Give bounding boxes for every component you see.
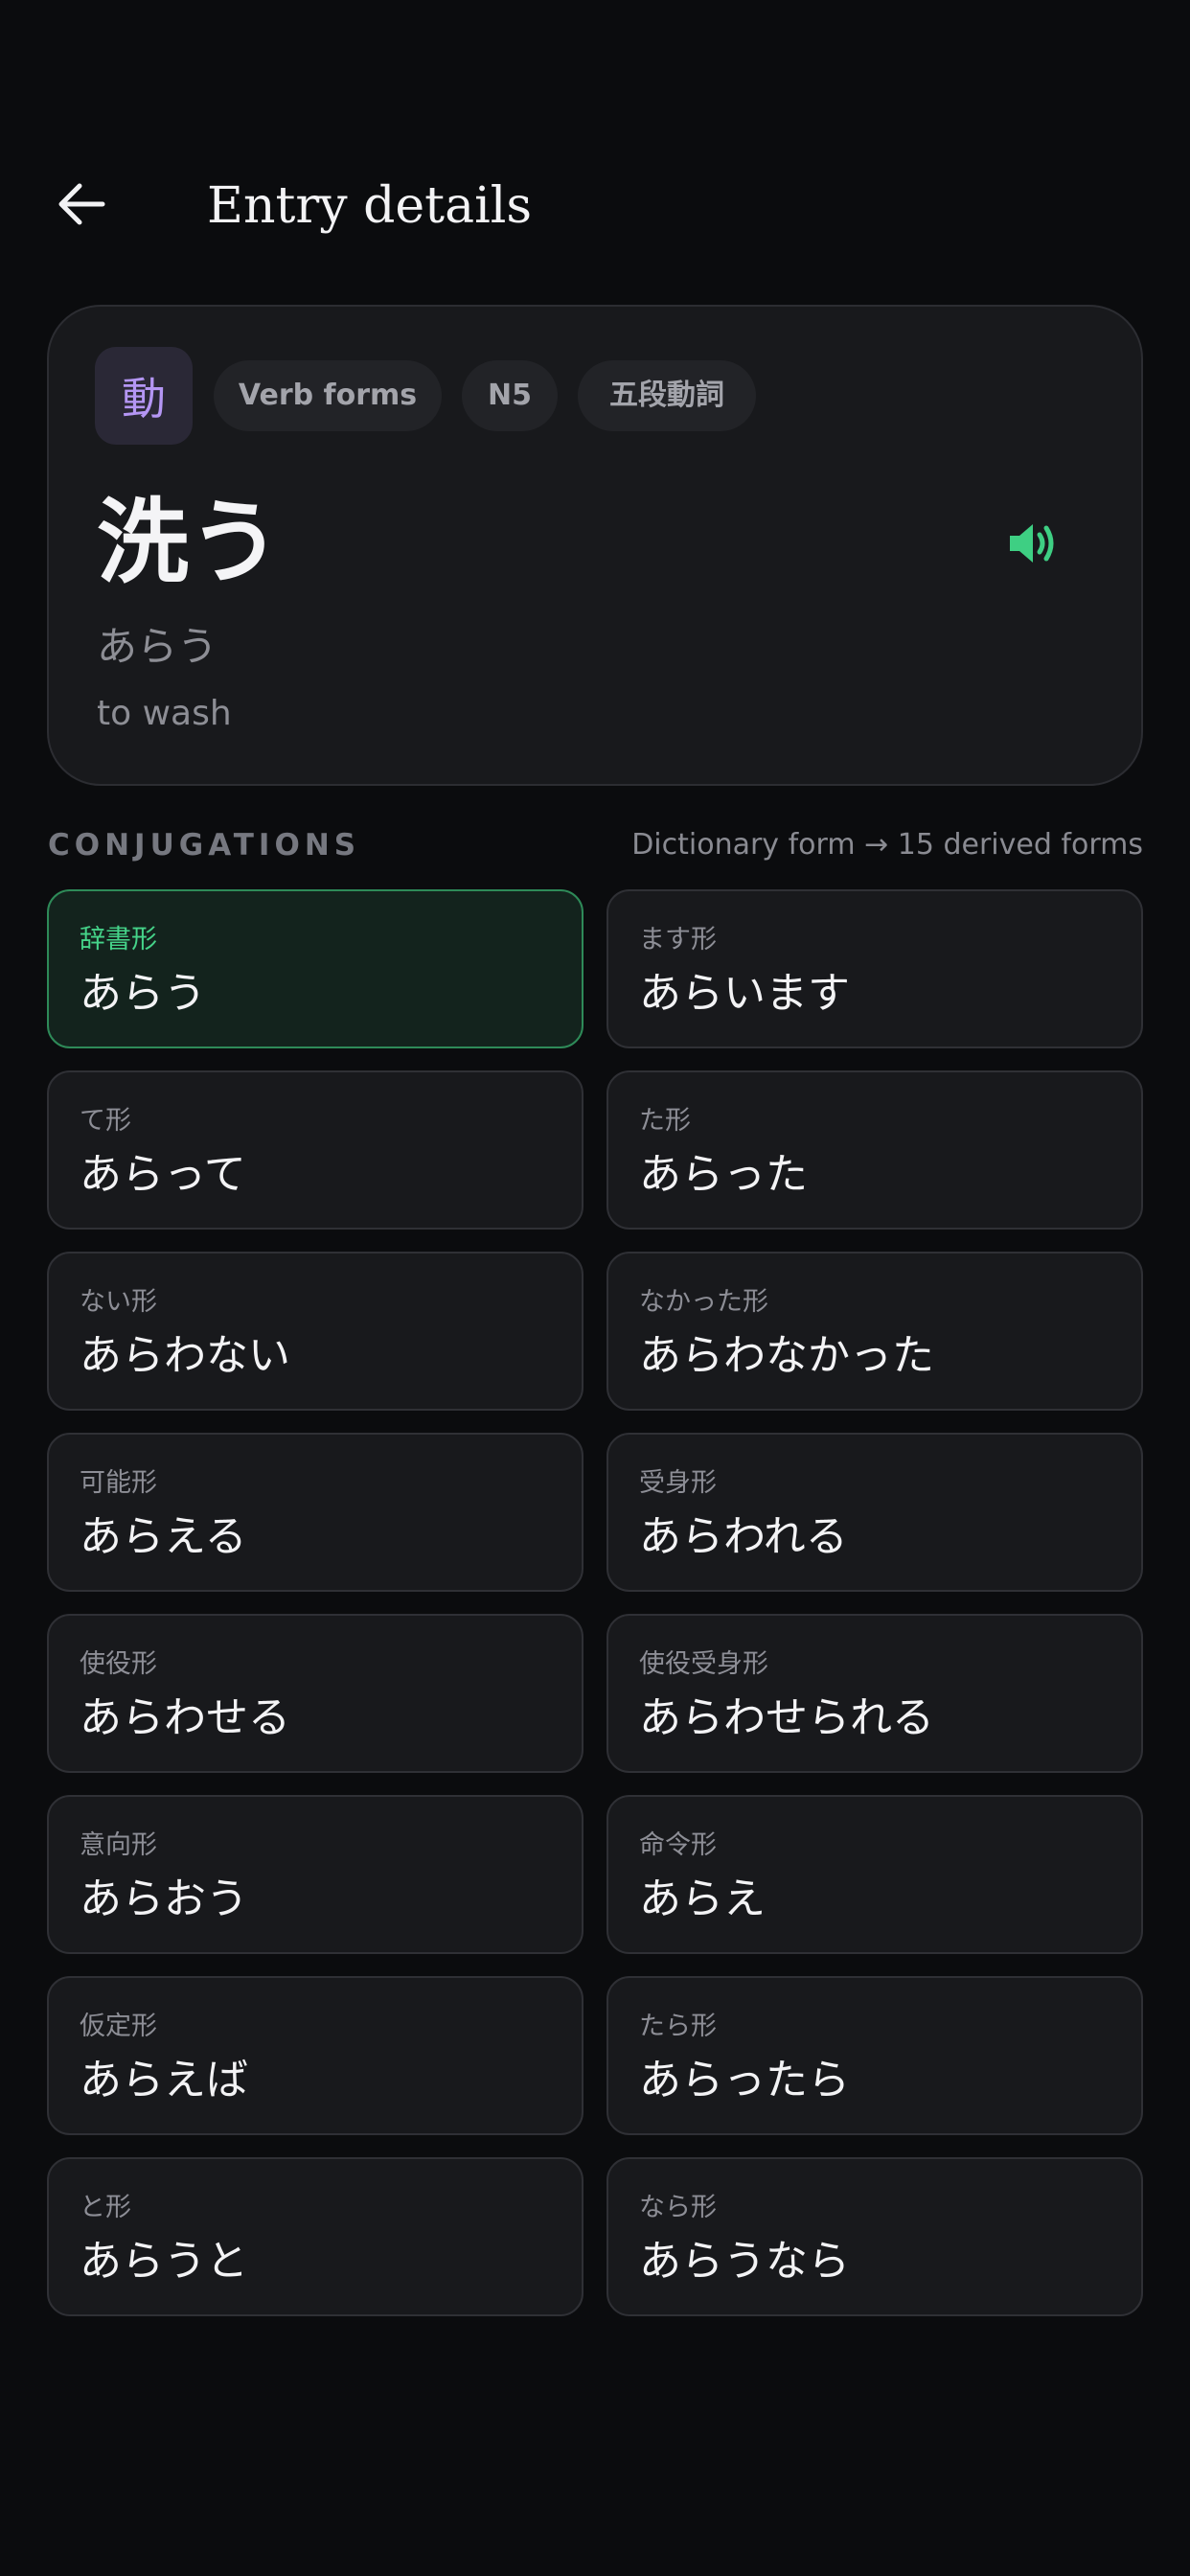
tag-verb-class[interactable]: 五段動詞: [578, 360, 756, 431]
tag-jlpt-level[interactable]: N5: [462, 360, 558, 431]
conjugation-card[interactable]: ない形 あらわない: [47, 1252, 584, 1411]
conjugation-card[interactable]: 辞書形 あらう: [47, 889, 584, 1048]
conjugation-value: あらえる: [80, 1512, 247, 1561]
conjugation-label: 使役形: [80, 1649, 157, 1679]
speaker-icon: [1008, 521, 1058, 569]
section-note: Dictionary form → 15 derived forms: [631, 828, 1143, 862]
conjugation-card[interactable]: 命令形 あらえ: [606, 1795, 1143, 1954]
page-title: Entry details: [207, 177, 533, 235]
entry-reading: あらう: [97, 623, 218, 670]
conjugation-label: 意向形: [80, 1830, 157, 1860]
conjugation-label: 可能形: [80, 1468, 157, 1498]
conjugation-label: て形: [80, 1106, 131, 1136]
arrow-left-icon: [57, 182, 106, 230]
conjugation-card[interactable]: 受身形 あらわれる: [606, 1433, 1143, 1592]
conjugation-value: あらわせられる: [639, 1693, 934, 1742]
conjugation-value: あらうなら: [639, 2237, 850, 2286]
entry-word: 洗う: [97, 488, 281, 596]
conjugation-value: あらったら: [639, 2056, 850, 2104]
back-button[interactable]: [48, 174, 115, 238]
play-audio-button[interactable]: [997, 510, 1068, 581]
conjugation-value: あらった: [639, 1150, 808, 1199]
entry-meaning: to wash: [97, 694, 232, 733]
conjugation-grid: 辞書形 あらう ます形 あらいます て形 あらって た形 あらった ない形 あらわない なかった形あ…: [47, 889, 1143, 2316]
entry-card: 動 Verb forms N5 五段動詞 洗う あらう to wash: [47, 305, 1143, 786]
conjugation-value: あらえ: [639, 1874, 766, 1923]
conjugation-label: 仮定形: [80, 2012, 157, 2041]
conjugation-label: と形: [80, 2193, 131, 2222]
conjugation-value: あらいます: [639, 969, 850, 1018]
conjugation-value: あらう: [80, 969, 206, 1018]
conjugation-card[interactable]: たら形 あらったら: [606, 1976, 1143, 2135]
conjugation-card[interactable]: 意向形 あらおう: [47, 1795, 584, 1954]
conjugation-value: あらうと: [80, 2237, 248, 2286]
conjugation-label: たら形: [639, 2012, 717, 2041]
conjugation-card[interactable]: ます形 あらいます: [606, 889, 1143, 1048]
conjugation-card[interactable]: なら形 あらうなら: [606, 2157, 1143, 2316]
conjugation-label: なら形: [639, 2193, 717, 2222]
conjugation-value: あらわれる: [639, 1512, 848, 1561]
conjugation-value: あらって: [80, 1150, 246, 1199]
section-title: CONJUGATIONS: [48, 828, 361, 862]
conjugation-label: ない形: [80, 1287, 157, 1317]
conjugation-value: あらえば: [80, 2056, 248, 2104]
conjugation-card[interactable]: と形 あらうと: [47, 2157, 584, 2316]
conjugation-card[interactable]: 使役形 あらわせる: [47, 1614, 584, 1773]
conjugation-label: なかった形: [639, 1287, 768, 1317]
conjugation-label: 辞書形: [80, 925, 157, 954]
top-bar: Entry details: [0, 163, 1190, 249]
conjugation-label: ます形: [639, 925, 717, 954]
conjugation-label: た形: [639, 1106, 691, 1136]
conjugation-value: あらわなかった: [639, 1331, 934, 1380]
conjugation-card[interactable]: 使役受身形あらわせられる: [606, 1614, 1143, 1773]
conjugation-value: あらおう: [80, 1874, 248, 1923]
part-of-speech-badge: 動: [95, 347, 193, 445]
conjugation-card[interactable]: た形 あらった: [606, 1070, 1143, 1230]
tag-verb-forms[interactable]: Verb forms: [214, 360, 442, 431]
conjugation-card[interactable]: 仮定形 あらえば: [47, 1976, 584, 2135]
conjugation-label: 命令形: [639, 1830, 717, 1860]
conjugation-label: 使役受身形: [639, 1649, 768, 1679]
conjugation-card[interactable]: なかった形あらわなかった: [606, 1252, 1143, 1411]
conjugation-value: あらわせる: [80, 1693, 290, 1742]
conjugation-card[interactable]: 可能形 あらえる: [47, 1433, 584, 1592]
conjugation-label: 受身形: [639, 1468, 717, 1498]
conjugation-value: あらわない: [80, 1331, 290, 1380]
conjugation-card[interactable]: て形 あらって: [47, 1070, 584, 1230]
